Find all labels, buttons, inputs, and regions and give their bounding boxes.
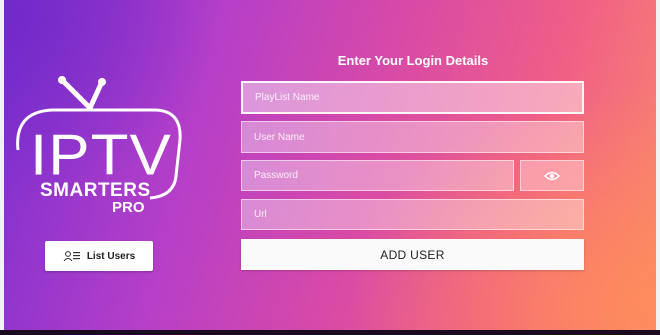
list-users-label: List Users: [86, 250, 136, 262]
eye-icon: [544, 171, 560, 180]
username-input[interactable]: [252, 130, 573, 144]
login-screen: IPTV SMARTERS PRO List Users Enter Your …: [4, 0, 656, 335]
logo-iptv-text: IPTV: [30, 123, 172, 188]
users-icon: [63, 251, 80, 262]
form-title: Enter Your Login Details: [337, 53, 489, 68]
password-input[interactable]: [252, 169, 503, 182]
username-field[interactable]: [241, 121, 584, 153]
add-user-button[interactable]: ADD USER: [241, 239, 584, 270]
bottom-bezel: [0, 330, 660, 335]
right-bezel: [656, 0, 660, 335]
playlist-name-input[interactable]: [253, 91, 572, 104]
url-input[interactable]: [252, 208, 573, 221]
password-field[interactable]: [241, 160, 514, 191]
playlist-name-field[interactable]: [241, 81, 584, 114]
iptv-smarters-logo: IPTV SMARTERS PRO: [4, 0, 204, 240]
logo-pro-text: PRO: [112, 199, 145, 216]
url-field[interactable]: [241, 199, 584, 230]
left-bezel: [0, 0, 4, 335]
list-users-button[interactable]: List Users: [45, 241, 153, 271]
show-password-button[interactable]: [520, 160, 584, 191]
